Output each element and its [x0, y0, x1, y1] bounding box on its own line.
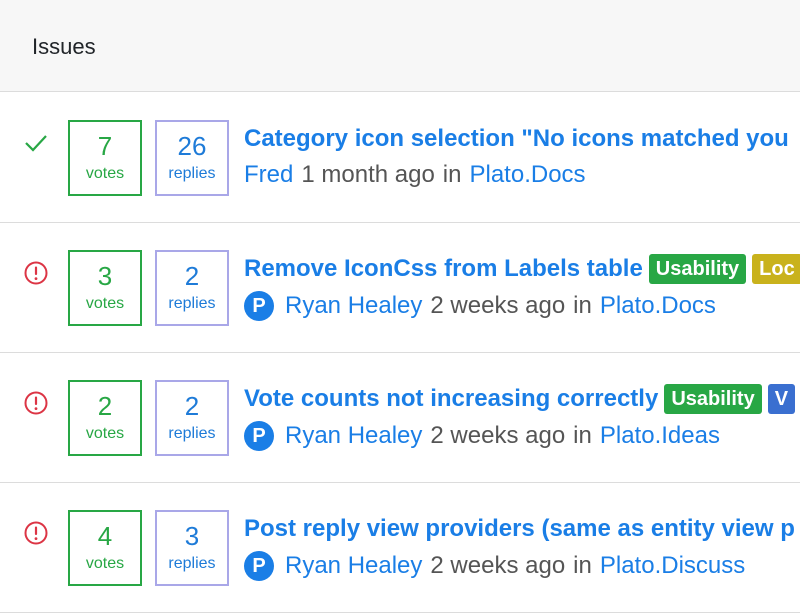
label-badge[interactable]: Loc	[752, 254, 800, 284]
label-badge[interactable]: Usability	[664, 384, 762, 414]
label-badge[interactable]: V	[767, 384, 796, 414]
issue-title-link[interactable]: Remove IconCss from Labels table	[244, 253, 643, 285]
issue-title-link[interactable]: Category icon selection "No icons matche…	[244, 123, 789, 155]
avatar[interactable]: P	[244, 551, 274, 581]
category-link[interactable]: Plato.Discuss	[600, 552, 745, 580]
in-label: in	[573, 422, 592, 449]
issue-meta: Fred 1 month ago in Plato.Docs	[244, 161, 586, 189]
issue-title-line: Category icon selection "No icons matche…	[244, 123, 789, 155]
page-title: Issues	[32, 34, 96, 59]
issue-row[interactable]: 7 votes 26 replies Category icon selection "…	[0, 93, 800, 223]
issue-meta: P Ryan Healey 2 weeks ago in Plato.Discuss	[244, 551, 745, 581]
issue-timestamp: 1 month ago	[301, 161, 435, 188]
votes-label: votes	[85, 295, 125, 312]
issue-row[interactable]: 3 votes 2 replies Remove IconCss from Labels…	[0, 223, 800, 353]
author-link[interactable]: Ryan Healey	[285, 292, 422, 320]
check-icon	[23, 130, 49, 156]
issue-title-link[interactable]: Post reply view providers (same as entit…	[244, 513, 795, 545]
votes-counter[interactable]: 7 votes	[68, 120, 142, 196]
avatar[interactable]: P	[244, 291, 274, 321]
in-label: in	[442, 161, 462, 188]
issue-title-link[interactable]: Vote counts not increasing correctly	[244, 383, 658, 415]
alert-circle-icon	[23, 390, 49, 416]
replies-label: replies	[168, 425, 216, 442]
replies-counter[interactable]: 2 replies	[155, 250, 229, 326]
issue-row[interactable]: 2 votes 2 replies Vote counts not increasing…	[0, 353, 800, 483]
category-link[interactable]: Plato.Docs	[600, 292, 716, 320]
alert-circle-icon	[23, 520, 49, 546]
in-label: in	[573, 292, 592, 319]
replies-label: replies	[168, 295, 216, 312]
votes-counter[interactable]: 3 votes	[68, 250, 142, 326]
votes-label: votes	[85, 425, 125, 442]
category-link[interactable]: Plato.Ideas	[600, 422, 720, 450]
replies-label: replies	[168, 555, 216, 572]
issue-row[interactable]: 4 votes 3 replies Post reply view providers …	[0, 483, 800, 613]
author-link[interactable]: Ryan Healey	[285, 552, 422, 580]
votes-counter[interactable]: 2 votes	[68, 380, 142, 456]
issue-timestamp: 2 weeks ago	[430, 422, 566, 449]
replies-count: 26	[177, 131, 207, 161]
category-link[interactable]: Plato.Docs	[469, 161, 585, 189]
replies-label: replies	[168, 165, 216, 182]
replies-counter[interactable]: 26 replies	[155, 120, 229, 196]
votes-count: 2	[97, 391, 113, 421]
issue-timestamp: 2 weeks ago	[430, 552, 566, 579]
votes-count: 4	[97, 521, 113, 551]
issue-title-line: Remove IconCss from Labels table Usabilit…	[244, 253, 800, 285]
in-label: in	[573, 552, 592, 579]
issues-header: Issues	[0, 0, 800, 92]
alert-circle-icon	[23, 260, 49, 286]
replies-counter[interactable]: 2 replies	[155, 380, 229, 456]
votes-counter[interactable]: 4 votes	[68, 510, 142, 586]
issue-meta: P Ryan Healey 2 weeks ago in Plato.Ideas	[244, 421, 720, 451]
label-badge[interactable]: Usability	[648, 254, 747, 284]
issue-meta: P Ryan Healey 2 weeks ago in Plato.Docs	[244, 291, 716, 321]
replies-counter[interactable]: 3 replies	[155, 510, 229, 586]
replies-count: 2	[184, 261, 200, 291]
avatar[interactable]: P	[244, 421, 274, 451]
author-link[interactable]: Ryan Healey	[285, 422, 422, 450]
votes-count: 3	[97, 261, 113, 291]
votes-count: 7	[97, 131, 113, 161]
votes-label: votes	[85, 165, 125, 182]
issue-timestamp: 2 weeks ago	[430, 292, 566, 319]
replies-count: 3	[184, 521, 200, 551]
author-link[interactable]: Fred	[244, 161, 293, 189]
votes-label: votes	[85, 555, 125, 572]
replies-count: 2	[184, 391, 200, 421]
issue-title-line: Vote counts not increasing correctly Usab…	[244, 383, 796, 415]
issue-title-line: Post reply view providers (same as entit…	[244, 513, 795, 545]
